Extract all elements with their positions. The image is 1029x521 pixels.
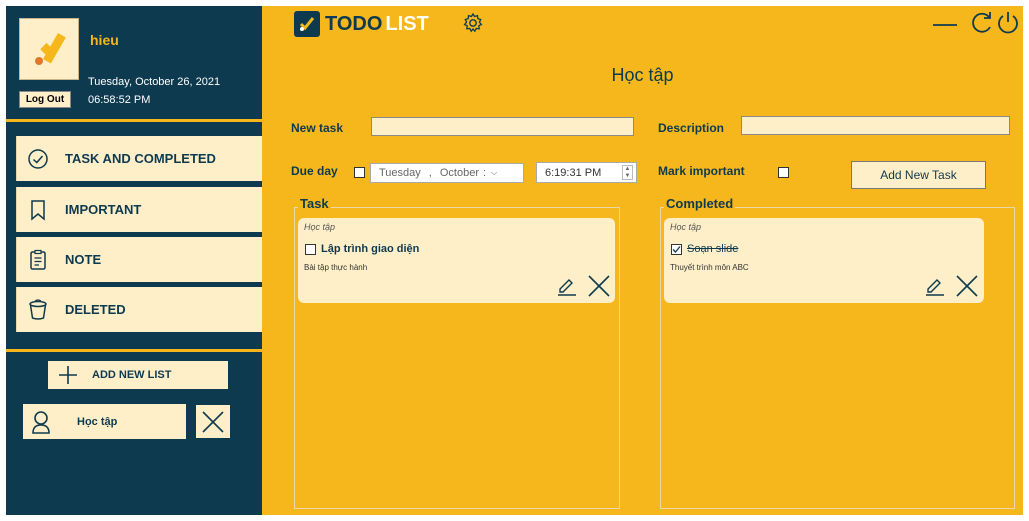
- app-logo-icon: [294, 11, 320, 37]
- task-category: Học tập: [304, 222, 336, 232]
- description-label: Description: [658, 121, 725, 135]
- plus-icon: [48, 364, 88, 386]
- refresh-icon: [972, 12, 991, 33]
- due-day-checkbox[interactable]: [354, 167, 365, 178]
- add-new-list-button[interactable]: ADD NEW LIST: [48, 361, 228, 389]
- date-separator: ,: [428, 167, 432, 179]
- completed-card[interactable]: Học tập Soạn slide Thuyết trình môn ABC: [664, 218, 984, 303]
- sidebar-item-important[interactable]: IMPORTANT: [16, 187, 262, 232]
- close-icon: [202, 410, 224, 433]
- delete-task-button[interactable]: [587, 274, 611, 303]
- pencil-icon: [926, 279, 944, 296]
- sidebar: hieu Tuesday, October 26, 2021 Log Out 0…: [6, 6, 262, 515]
- completed-title: Soạn slide: [687, 243, 739, 255]
- brand-list: LIST: [385, 12, 429, 35]
- close-icon: [588, 275, 610, 297]
- minimize-icon: [933, 24, 957, 26]
- app-window: hieu Tuesday, October 26, 2021 Log Out 0…: [6, 6, 1023, 515]
- trash-icon: [17, 298, 59, 321]
- due-day-label: Due day: [291, 164, 338, 178]
- divider: [6, 119, 262, 122]
- list-item-hoc-tap[interactable]: Học tập: [23, 404, 186, 439]
- current-date: Tuesday, October 26, 2021: [88, 76, 221, 88]
- completed-category: Học tập: [670, 222, 702, 232]
- clipboard-icon: [17, 249, 59, 271]
- page-title: Học tập: [611, 65, 674, 85]
- task-title: Lập trình giao diện: [321, 243, 420, 255]
- delete-list-button[interactable]: [195, 404, 231, 439]
- pencil-icon: [558, 279, 576, 296]
- edit-completed-button[interactable]: [924, 274, 946, 301]
- task-description: Bài tập thực hành: [304, 263, 368, 272]
- due-time-picker[interactable]: 6:19:31 PM ▲ ▼: [536, 162, 637, 183]
- sidebar-item-task-and-completed[interactable]: TASK AND COMPLETED: [16, 136, 262, 181]
- mark-important-label: Mark important: [658, 164, 745, 178]
- list-item-label: Học tập: [77, 415, 118, 428]
- power-button[interactable]: [995, 10, 1021, 41]
- task-group-title: Task: [298, 196, 331, 211]
- task-card[interactable]: Học tập Lập trình giao diện Bài tập thực…: [298, 218, 615, 303]
- current-time: 06:58:52 PM: [88, 94, 151, 106]
- edit-task-button[interactable]: [556, 274, 578, 301]
- completed-description: Thuyết trình môn ABC: [670, 263, 749, 272]
- logout-button[interactable]: Log Out: [19, 91, 71, 108]
- close-icon: [956, 275, 978, 297]
- date-day: Tuesday: [379, 167, 421, 179]
- gear-icon: [463, 12, 483, 33]
- profile-logo: [19, 18, 79, 80]
- sidebar-item-label: IMPORTANT: [65, 202, 142, 217]
- time-value: 6:19:31 PM: [545, 166, 602, 179]
- refresh-button[interactable]: [969, 10, 995, 41]
- date-month: October: [439, 167, 479, 179]
- completed-checkbox[interactable]: [671, 244, 682, 255]
- description-input[interactable]: [741, 116, 1010, 135]
- completed-group-title: Completed: [664, 196, 736, 211]
- sidebar-item-deleted[interactable]: DELETED: [16, 287, 262, 332]
- due-date-picker[interactable]: Tuesday , October : ⌵: [370, 163, 524, 183]
- task-checkbox[interactable]: [305, 244, 316, 255]
- new-task-input[interactable]: [371, 117, 634, 136]
- add-new-list-label: ADD NEW LIST: [92, 369, 172, 381]
- sidebar-item-label: TASK AND COMPLETED: [65, 151, 216, 166]
- checkmark-icon: [672, 246, 681, 253]
- sidebar-item-note[interactable]: NOTE: [16, 237, 262, 282]
- divider: [6, 349, 262, 352]
- sidebar-item-label: NOTE: [65, 252, 102, 267]
- user-icon: [23, 410, 59, 434]
- date-tail: :: [483, 167, 487, 179]
- brand-todo: TODO: [325, 12, 383, 35]
- app-brand: TODO LIST: [294, 11, 429, 37]
- chevron-down-icon: ⌵: [491, 168, 498, 177]
- mark-important-checkbox[interactable]: [778, 167, 789, 178]
- bookmark-icon: [17, 199, 59, 221]
- check-circle-icon: [17, 148, 59, 170]
- settings-button[interactable]: [462, 12, 484, 39]
- new-task-label: New task: [291, 121, 344, 135]
- minimize-button[interactable]: [932, 10, 958, 41]
- power-icon: [998, 12, 1018, 34]
- main-panel: TODO LIST Học tập New task Description D…: [262, 6, 1023, 515]
- sidebar-item-label: DELETED: [65, 302, 126, 317]
- delete-completed-button[interactable]: [955, 274, 979, 303]
- add-new-task-button[interactable]: Add New Task: [851, 161, 986, 189]
- username: hieu: [90, 32, 119, 48]
- spinner-icon[interactable]: ▲ ▼: [622, 165, 633, 180]
